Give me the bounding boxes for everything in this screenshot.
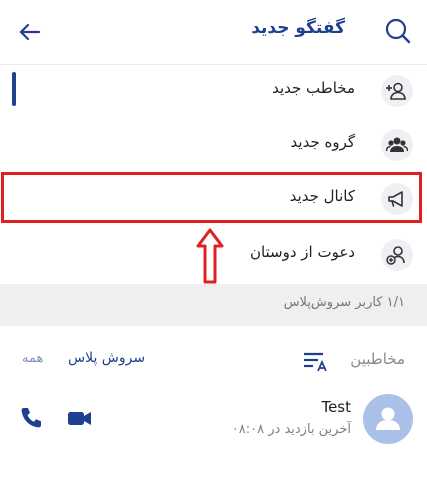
back-arrow-icon[interactable]	[16, 18, 44, 46]
sort-az-icon[interactable]	[303, 350, 329, 372]
member-count-band: ۱/۱ کاربر سروش‌پلاس	[0, 284, 427, 326]
app-header: گفتگو جدید	[0, 0, 427, 65]
menu-item-new-contact[interactable]: مخاطب جدید	[0, 64, 427, 118]
up-arrow-annotation	[196, 228, 224, 284]
contact-name: Test	[321, 398, 351, 416]
phone-icon[interactable]	[18, 405, 44, 431]
contact-last-seen: آخرین بازدید در ۰۸:۰۸	[231, 422, 351, 437]
add-contact-icon	[381, 75, 413, 107]
person-icon	[376, 407, 400, 430]
highlight-box	[1, 172, 422, 223]
video-camera-icon[interactable]	[66, 405, 94, 431]
contacts-section-title: مخاطبین	[350, 350, 405, 368]
menu-item-label: مخاطب جدید	[272, 79, 355, 97]
contact-list-item[interactable]: Test آخرین بازدید در ۰۸:۰۸	[0, 385, 427, 455]
menu-item-label: دعوت از دوستان	[249, 243, 355, 261]
filter-sorush-plus[interactable]: سروش پلاس	[68, 350, 145, 366]
avatar	[363, 394, 413, 444]
page-title: گفتگو جدید	[251, 18, 345, 38]
invite-icon	[381, 239, 413, 271]
menu-item-label: گروه جدید	[290, 133, 355, 151]
member-count: ۱/۱ کاربر سروش‌پلاس	[283, 295, 405, 310]
group-icon	[381, 129, 413, 161]
filter-all[interactable]: همه	[22, 351, 43, 366]
search-icon[interactable]	[381, 14, 415, 48]
menu-item-new-group[interactable]: گروه جدید	[0, 118, 427, 172]
